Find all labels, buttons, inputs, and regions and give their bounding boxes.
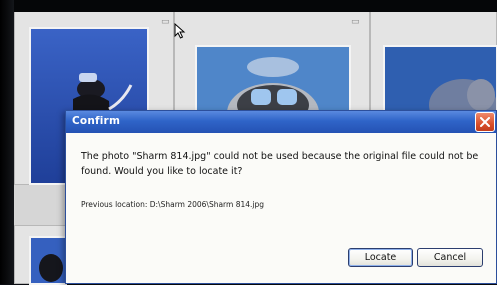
photo-cell[interactable]: ▭ <box>161 10 370 123</box>
monitor-screen: ▭ ▭ Confirm The photo "Sharm 814.jpg" co… <box>0 0 497 285</box>
close-button[interactable] <box>475 112 495 132</box>
dialog-title: Confirm <box>72 115 121 127</box>
previous-location-text: Previous location: D:\Sharm 2006\Sharm 8… <box>81 200 264 209</box>
close-icon <box>480 117 490 127</box>
thumbnail-flag-icon[interactable]: ▭ <box>351 17 360 27</box>
dialog-titlebar[interactable]: Confirm <box>66 111 496 133</box>
thumbnail-flag-icon[interactable]: ▭ <box>161 17 170 27</box>
cancel-button[interactable]: Cancel <box>417 248 483 267</box>
monitor-bezel-top <box>0 0 497 12</box>
dialog-message: The photo "Sharm 814.jpg" could not be u… <box>81 151 479 177</box>
monitor-bezel-left <box>0 0 14 284</box>
arrow-cursor-icon <box>174 22 186 43</box>
locate-button[interactable]: Locate <box>348 248 413 267</box>
photo-cell[interactable]: ▭ <box>351 10 497 123</box>
confirm-dialog: Confirm The photo "Sharm 814.jpg" could … <box>65 110 497 284</box>
photo-cell[interactable] <box>14 225 67 285</box>
photo-thumbnail[interactable] <box>29 236 67 285</box>
diver-photo <box>31 238 65 283</box>
